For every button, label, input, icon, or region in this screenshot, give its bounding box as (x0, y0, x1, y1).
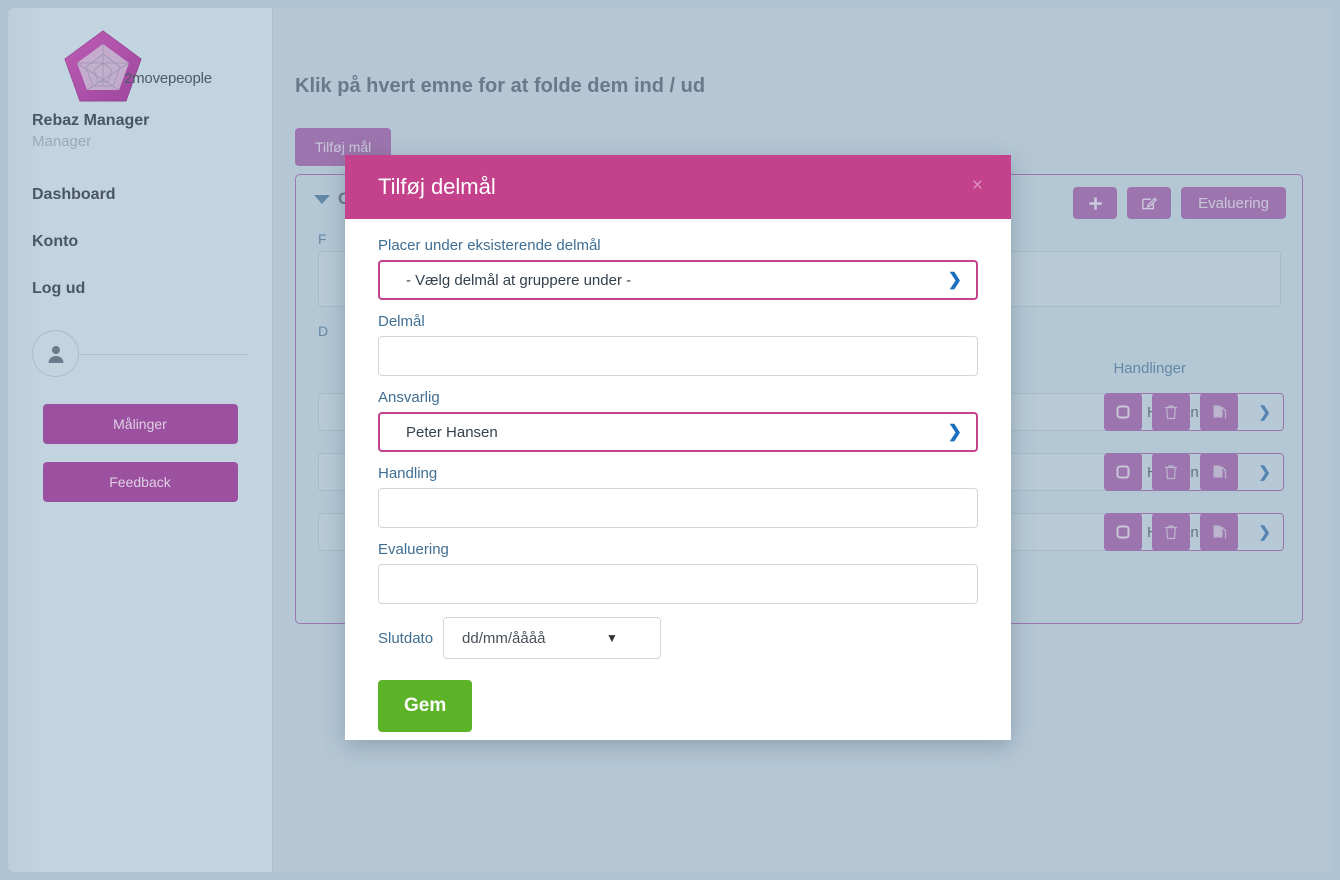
evaluering-field-group: Evaluering (378, 541, 978, 604)
handling-input[interactable] (378, 488, 978, 528)
close-icon[interactable]: × (972, 176, 983, 195)
ansvarlig-select[interactable]: Peter Hansen ❯ (378, 412, 978, 452)
delmaal-input[interactable] (378, 336, 978, 376)
save-button[interactable]: Gem (378, 680, 473, 732)
logo-text: 2movepeople (124, 70, 212, 87)
parent-select-value: - Vælg delmål at gruppere under - (406, 271, 632, 289)
sidebar-item-dashboard[interactable]: Dashboard (32, 186, 248, 204)
evaluering-input[interactable] (378, 564, 978, 604)
evaluering-label: Evaluering (378, 541, 449, 558)
sidebar-item-konto[interactable]: Konto (32, 233, 248, 251)
avatar[interactable] (32, 330, 79, 377)
chevron-down-icon: ❯ (947, 270, 962, 289)
delmaal-field-group: Delmål (378, 313, 978, 376)
slutdato-row: Slutdato dd/mm/åååå ▼ (378, 617, 978, 659)
parent-label: Placer under eksisterende delmål (378, 237, 601, 254)
malinger-button[interactable]: Målinger (42, 404, 238, 444)
handling-field-group: Handling (378, 465, 978, 528)
chevron-down-icon: ▼ (606, 631, 618, 645)
sidebar: 2movepeople Rebaz Manager Manager Dashbo… (8, 8, 272, 872)
app-frame: 2movepeople Rebaz Manager Manager Dashbo… (8, 8, 1332, 872)
user-role: Manager (32, 133, 92, 150)
ansvarlig-field-group: Ansvarlig Peter Hansen ❯ (378, 389, 978, 452)
delmaal-label: Delmål (378, 313, 425, 330)
radar-pentagon-logo-icon (64, 30, 142, 102)
slutdato-placeholder-text: dd/mm/åååå (462, 629, 546, 647)
slutdato-input[interactable]: dd/mm/åååå ▼ (443, 617, 662, 659)
modal-title: Tilføj delmål (378, 174, 496, 199)
ansvarlig-label: Ansvarlig (378, 389, 440, 406)
handling-label: Handling (378, 465, 438, 482)
modal-header: Tilføj delmål × (345, 155, 1011, 219)
user-icon (48, 345, 63, 363)
modal-body: Placer under eksisterende delmål - Vælg … (345, 219, 1011, 740)
slutdato-label: Slutdato (378, 629, 434, 647)
avatar-row (32, 330, 248, 378)
sidebar-item-logout[interactable]: Log ud (32, 280, 248, 298)
ansvarlig-select-value: Peter Hansen (406, 423, 498, 441)
feedback-button[interactable]: Feedback (42, 462, 238, 502)
chevron-down-icon: ❯ (947, 422, 962, 441)
add-subgoal-modal: Tilføj delmål × Placer under eksisterend… (345, 155, 1011, 740)
logo: 2movepeople (32, 8, 248, 106)
parent-field-group: Placer under eksisterende delmål - Vælg … (378, 237, 978, 300)
parent-select[interactable]: - Vælg delmål at gruppere under - ❯ (378, 260, 978, 300)
user-name: Rebaz Manager (32, 112, 150, 129)
